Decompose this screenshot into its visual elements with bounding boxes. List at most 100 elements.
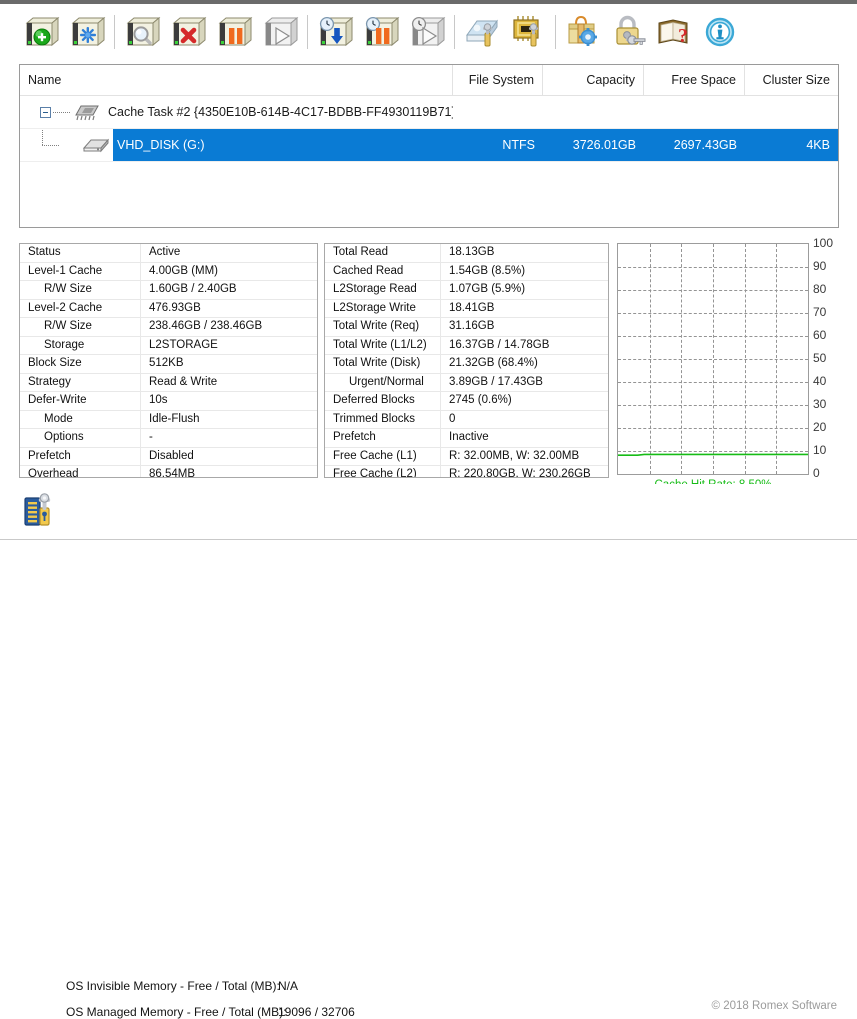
box-snowflake-icon — [71, 16, 106, 47]
volume-file-system-cell: NTFS — [453, 129, 543, 161]
schedule-flush-button[interactable] — [312, 10, 358, 54]
task-cluster-size-cell — [745, 96, 838, 128]
delete-task-button[interactable] — [165, 10, 211, 54]
suspend-schedule-button[interactable] — [358, 10, 404, 54]
chart-y-tick-label: 30 — [813, 397, 827, 411]
status-key: Status — [20, 244, 141, 262]
options-button[interactable] — [560, 10, 606, 54]
table-row[interactable]: Cache Task #2 {4350E10B-614B-4C17-BDBB-F… — [20, 96, 838, 129]
stat-value: Inactive — [449, 431, 489, 443]
chart-y-tick-label: 70 — [813, 305, 827, 319]
managed-memory-label: OS Managed Memory - Free / Total (MB): — [66, 1005, 287, 1019]
memory-settings-button[interactable] — [505, 10, 551, 54]
chart-y-tick-label: 50 — [813, 351, 827, 365]
box-gear-icon — [568, 15, 597, 46]
box-delete-icon — [172, 16, 207, 47]
chart-y-tick-label: 100 — [813, 236, 834, 250]
volume-capacity-cell: 3726.01GB — [543, 129, 644, 161]
status-row: Storage L2STORAGE — [20, 336, 317, 355]
stat-value: 1.54GB (8.5%) — [449, 264, 526, 277]
stat-row: Free Cache (L1) R: 32.00MB, W: 32.00MB — [325, 447, 608, 466]
stat-row: Trimmed Blocks 0 — [325, 410, 608, 429]
status-row: Overhead 86.54MB — [20, 466, 317, 478]
stat-value: 3.89GB / 17.43GB — [449, 375, 543, 388]
resume-schedule-button[interactable] — [404, 10, 450, 54]
box-plus-icon — [25, 16, 60, 47]
book-question-icon: ? — [658, 19, 688, 47]
stat-value: 1.07GB (5.9%) — [449, 283, 526, 295]
task-capacity-cell — [543, 96, 644, 128]
volume-name-cell[interactable]: VHD_DISK (G:) — [20, 129, 453, 161]
volume-name-label: VHD_DISK (G:) — [113, 129, 453, 161]
box-pause-icon — [218, 16, 253, 47]
add-cache-task-button[interactable] — [18, 10, 64, 54]
stat-value: 18.41GB — [449, 301, 495, 314]
stat-value: 18.13GB — [449, 246, 495, 258]
toolbar-separator — [303, 15, 312, 49]
stat-key: Prefetch — [325, 429, 441, 447]
task-properties-button[interactable] — [119, 10, 165, 54]
managed-memory-line: OS Managed Memory - Free / Total (MB):19… — [66, 1005, 355, 1019]
status-key: R/W Size — [20, 318, 141, 336]
svg-text:?: ? — [678, 25, 688, 47]
box-play-icon — [264, 16, 299, 47]
cache-settings-button[interactable] — [64, 10, 110, 54]
task-name-cell[interactable]: Cache Task #2 {4350E10B-614B-4C17-BDBB-F… — [20, 96, 453, 128]
about-button[interactable] — [698, 10, 744, 54]
status-footer: OS Invisible Memory - Free / Total (MB):… — [0, 484, 857, 1019]
column-header-name[interactable]: Name — [20, 65, 453, 95]
tree-expander-collapse-icon[interactable] — [40, 106, 51, 118]
stat-key: Total Write (L1/L2) — [325, 336, 441, 354]
status-row: R/W Size 1.60GB / 2.40GB — [20, 281, 317, 300]
stop-task-button[interactable] — [211, 10, 257, 54]
stat-row: L2Storage Read 1.07GB (5.9%) — [325, 281, 608, 300]
stat-row: Cached Read 1.54GB (8.5%) — [325, 262, 608, 281]
chart-plot-area — [617, 243, 809, 475]
chart-y-tick-label: 0 — [813, 466, 820, 480]
help-button[interactable]: ? — [652, 10, 698, 54]
license-button[interactable] — [606, 10, 652, 54]
lock-key-icon — [616, 15, 646, 45]
toolbar-separator — [450, 15, 459, 49]
status-row: Level-2 Cache 476.93GB — [20, 299, 317, 318]
invisible-memory-value: N/A — [278, 979, 299, 993]
stat-value: R: 32.00MB, W: 32.00MB — [449, 449, 580, 462]
disk-wrench-icon — [466, 19, 498, 47]
table-row[interactable]: VHD_DISK (G:) NTFS 3726.01GB 2697.43GB 4… — [20, 129, 838, 162]
cache-task-listview[interactable]: Name File System Capacity Free Space Clu… — [19, 64, 839, 228]
column-header-cluster-size[interactable]: Cluster Size — [745, 65, 838, 95]
status-value: 476.93GB — [149, 301, 201, 314]
volume-free-space-cell: 2697.43GB — [644, 129, 745, 161]
status-row: Level-1 Cache 4.00GB (MM) — [20, 262, 317, 281]
stat-value: 0 — [449, 412, 456, 425]
stat-row: Total Write (Disk) 21.32GB (68.4%) — [325, 355, 608, 374]
column-header-capacity[interactable]: Capacity — [543, 65, 644, 95]
start-task-button[interactable] — [257, 10, 303, 54]
stat-row: Prefetch Inactive — [325, 429, 608, 448]
status-key: Mode — [20, 410, 141, 428]
status-row: Defer-Write 10s — [20, 392, 317, 411]
column-header-file-system[interactable]: File System — [453, 65, 543, 95]
stat-key: Urgent/Normal — [325, 373, 441, 391]
status-value: Disabled — [149, 449, 194, 462]
stat-key: Total Read — [325, 244, 441, 262]
status-key: Level-1 Cache — [20, 262, 141, 280]
status-value: Idle-Flush — [149, 412, 200, 425]
column-header-free-space[interactable]: Free Space — [644, 65, 745, 95]
chart-y-tick-label: 90 — [813, 259, 827, 273]
stat-key: Total Write (Req) — [325, 318, 441, 336]
status-key: Defer-Write — [20, 392, 141, 410]
cache-statistics-panel: Total Read 18.13GB Cached Read 1.54GB (8.5%… — [324, 243, 609, 478]
disk-settings-button[interactable] — [459, 10, 505, 54]
stat-value: 31.16GB — [449, 320, 495, 332]
status-row: Options - — [20, 429, 317, 448]
status-value: 86.54MB — [149, 468, 196, 478]
window-bottom-edge — [0, 539, 857, 544]
stat-row: Total Write (L1/L2) 16.37GB / 14.78GB — [325, 336, 608, 355]
status-value: 512KB — [149, 357, 184, 369]
listview-header: Name File System Capacity Free Space Clu… — [20, 65, 838, 96]
chart-y-tick-label: 40 — [813, 374, 827, 388]
status-key: Block Size — [20, 355, 141, 373]
clock-box-arrow-down-icon — [319, 16, 354, 47]
status-value: 238.46GB / 238.46GB — [149, 320, 263, 332]
